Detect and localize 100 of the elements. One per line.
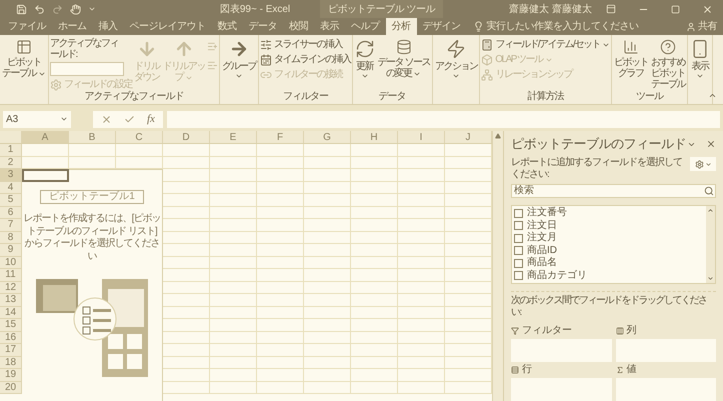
grid-cell[interactable] [116, 144, 163, 156]
grid-cell[interactable] [351, 269, 398, 282]
row-header[interactable]: 7 [0, 219, 22, 232]
drop-area[interactable] [616, 339, 716, 362]
grid-cell[interactable] [351, 244, 398, 256]
grid-cell[interactable] [398, 182, 445, 194]
grid-cell[interactable] [304, 169, 351, 182]
scroll-down-icon[interactable] [707, 275, 714, 282]
ribbon-tab[interactable]: ヘルプ [345, 18, 386, 35]
grid-cell[interactable] [210, 206, 257, 219]
grid-cell[interactable] [210, 269, 257, 282]
grid-cell[interactable] [351, 306, 398, 319]
grid-cell[interactable] [398, 269, 445, 282]
grid-cell[interactable] [257, 294, 304, 306]
checkbox[interactable] [514, 258, 523, 268]
scroll-up-icon[interactable] [707, 207, 714, 214]
grid-cell[interactable] [304, 244, 351, 256]
grid-cell[interactable] [398, 256, 445, 269]
drop-area[interactable] [511, 378, 612, 401]
ribbon-button[interactable]: ピボット グラフ [612, 37, 649, 91]
formula-input[interactable] [166, 110, 720, 128]
field-name[interactable]: 注文番号 [527, 207, 567, 220]
row-header[interactable]: 14 [0, 306, 22, 319]
ribbon-tab[interactable]: ファイル [2, 18, 52, 35]
grid-cell[interactable] [398, 319, 445, 332]
grid-cell[interactable] [351, 206, 398, 219]
grid-cell[interactable] [210, 244, 257, 256]
grid-cell[interactable] [304, 344, 351, 356]
grid-cell[interactable] [257, 332, 304, 344]
grid-cell[interactable] [210, 156, 257, 169]
vertical-scrollbar[interactable] [492, 131, 503, 401]
field-name[interactable]: 商品名 [527, 257, 557, 270]
drop-area[interactable] [616, 378, 716, 401]
grid-cell[interactable] [210, 306, 257, 319]
grid-cell[interactable] [257, 256, 304, 269]
row-header[interactable]: 18 [0, 356, 22, 369]
grid-cell[interactable] [398, 294, 445, 306]
grid-cell[interactable] [257, 306, 304, 319]
ribbon-button[interactable]: アクション [434, 37, 478, 91]
row-header[interactable]: 17 [0, 344, 22, 356]
grid-cell[interactable] [304, 232, 351, 244]
close-icon[interactable] [706, 139, 716, 149]
grid-cell[interactable] [398, 194, 445, 206]
checkbox[interactable] [514, 208, 523, 218]
column-header[interactable]: I [398, 131, 445, 143]
row-header[interactable]: 6 [0, 206, 22, 219]
field-name[interactable]: 商品ID [527, 244, 557, 257]
grid-cell[interactable] [351, 319, 398, 332]
row-header[interactable]: 4 [0, 182, 22, 194]
ribbon-display-icon[interactable] [606, 4, 616, 14]
grid-cell[interactable] [69, 144, 116, 156]
grid-cell[interactable] [398, 344, 445, 356]
row-header[interactable]: 15 [0, 319, 22, 332]
grid-cell[interactable] [398, 232, 445, 244]
column-header[interactable]: F [257, 131, 304, 143]
grid-cell[interactable] [351, 156, 398, 169]
grid-cell[interactable] [398, 332, 445, 344]
grid-cell[interactable] [398, 244, 445, 256]
collapse-ribbon-icon[interactable] [708, 91, 717, 100]
ribbon-tab[interactable]: データ [242, 18, 283, 35]
row-header[interactable]: 8 [0, 232, 22, 244]
close-icon[interactable] [702, 4, 713, 14]
ribbon-button[interactable]: グループ [221, 37, 257, 91]
row-header[interactable]: 11 [0, 269, 22, 282]
caret-icon[interactable] [88, 5, 96, 13]
row-header[interactable]: 19 [0, 369, 22, 382]
list-scrollbar[interactable] [706, 206, 715, 283]
grid-cell[interactable] [210, 319, 257, 332]
grid-cell[interactable] [257, 356, 304, 369]
grid-cell[interactable] [398, 156, 445, 169]
ribbon-button[interactable]: 表示 [688, 37, 711, 91]
grid-cell[interactable] [398, 382, 445, 394]
grid-cell[interactable] [304, 319, 351, 332]
grid-cell[interactable] [257, 169, 304, 182]
grid-cell[interactable] [304, 144, 351, 156]
grid-cell[interactable] [351, 382, 398, 394]
grid-cell[interactable] [351, 232, 398, 244]
hand-icon[interactable] [70, 4, 81, 14]
grid-cell[interactable] [304, 282, 351, 294]
grid-cell[interactable] [351, 332, 398, 344]
grid-cell[interactable] [398, 306, 445, 319]
share-button[interactable]: 共有 [686, 18, 723, 35]
grid-cell[interactable] [351, 219, 398, 232]
ribbon-tab[interactable]: 分析 [386, 18, 416, 35]
grid-cell[interactable] [257, 282, 304, 294]
ribbon-button[interactable]: フィールド/アイテム/セット [481, 38, 610, 51]
grid-cell[interactable] [304, 382, 351, 394]
grid-cell[interactable] [257, 182, 304, 194]
grid-cell[interactable] [257, 269, 304, 282]
grid-cell[interactable] [398, 219, 445, 232]
ribbon-tab[interactable]: 表示 [314, 18, 345, 35]
field-name[interactable]: 商品カテゴリ [527, 270, 587, 282]
grid-cell[interactable] [210, 194, 257, 206]
checkbox[interactable] [514, 271, 523, 280]
ribbon-button[interactable]: おすすめ ピボット テーブル [650, 37, 686, 91]
row-header[interactable]: 3 [0, 169, 22, 182]
checkbox[interactable] [514, 234, 523, 243]
grid-cell[interactable] [257, 219, 304, 232]
field-name[interactable]: 注文日 [527, 220, 557, 232]
checkbox[interactable] [514, 246, 523, 256]
